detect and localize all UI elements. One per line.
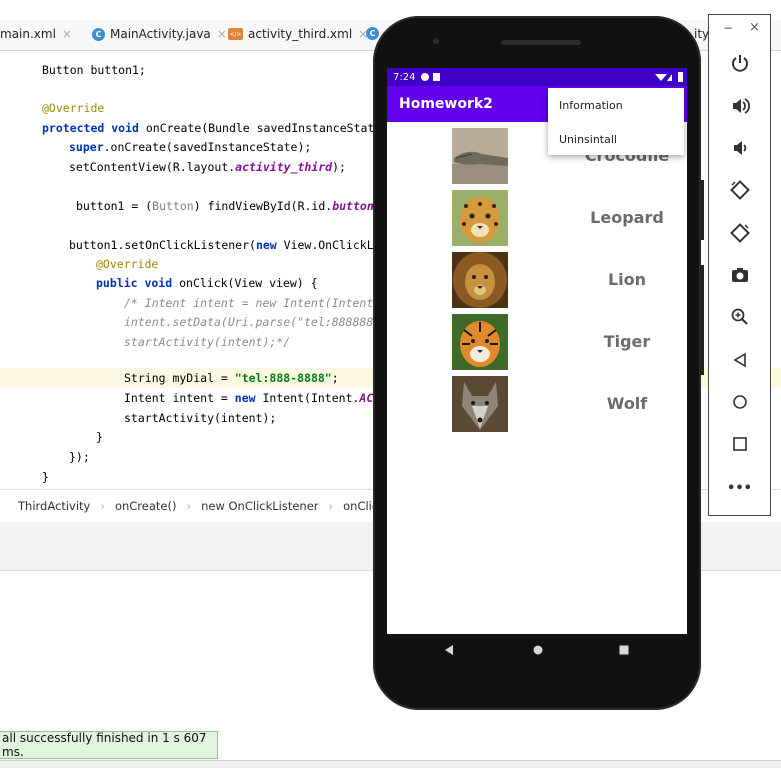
code-line: @Override	[42, 101, 105, 115]
nav-home-icon[interactable]	[532, 644, 544, 656]
tab-label: activity_third.xml	[248, 27, 353, 41]
code-line: startActivity(intent);	[124, 411, 277, 425]
build-status-text: all successfully finished in 1 s 607 ms.	[2, 731, 207, 759]
emulator-control-panel: − × •••	[708, 14, 771, 516]
java-class-icon: C	[92, 27, 105, 41]
zoom-in-icon	[731, 308, 748, 325]
android-navigation-bar	[387, 634, 687, 664]
tab-label: MainActivity.java	[110, 27, 211, 41]
tab-close-icon[interactable]: ×	[62, 27, 72, 41]
volume-down-icon	[733, 141, 746, 155]
java-class-icon: C	[366, 27, 379, 40]
earpiece-speaker	[501, 40, 581, 45]
code-line: button1.setOnClickListener(new View.OnCl…	[69, 238, 381, 252]
breadcrumb-item[interactable]: onCreate()	[115, 499, 177, 513]
list-item[interactable]: Tiger	[387, 314, 687, 372]
tab-main-activity-java[interactable]: C MainActivity.java ×	[92, 27, 227, 41]
menu-item-uninstall[interactable]: Uninsintall	[559, 133, 617, 146]
volume-up-icon	[732, 98, 750, 114]
volume-down-button[interactable]	[709, 130, 770, 166]
tab-label: ity	[694, 27, 710, 41]
list-item[interactable]: Lion	[387, 252, 687, 310]
tab-main-xml[interactable]: main.xml ×	[0, 27, 72, 41]
close-button[interactable]: ×	[749, 20, 760, 35]
power-icon	[731, 55, 748, 72]
tab-overflow[interactable]: ity	[694, 27, 709, 41]
breadcrumb-item[interactable]: ThirdActivity	[18, 499, 90, 513]
tab-close-icon[interactable]: ×	[217, 27, 227, 41]
back-button[interactable]	[709, 342, 770, 378]
home-button[interactable]	[709, 384, 770, 420]
code-line: super.onCreate(savedInstanceState);	[69, 140, 312, 154]
nav-recents-icon[interactable]	[618, 644, 630, 656]
wolf-image	[452, 376, 508, 432]
more-button[interactable]: •••	[709, 470, 770, 506]
code-line: }	[96, 430, 103, 444]
code-line: /* Intent intent = new Intent(Intent.	[124, 296, 381, 310]
leopard-image	[452, 190, 508, 246]
animal-name: Tiger	[603, 332, 651, 351]
back-triangle-icon	[732, 352, 746, 368]
code-line: Button button1;	[42, 63, 146, 77]
code-line: Intent intent = new Intent(Intent.ACT	[124, 391, 381, 405]
animal-name: Lion	[607, 270, 647, 289]
code-line: public void onClick(View view) {	[96, 276, 318, 290]
code-line: }	[42, 470, 49, 484]
build-status-toast[interactable]: all successfully finished in 1 s 607 ms.	[0, 731, 218, 759]
code-line: });	[69, 450, 90, 464]
rotate-left-button[interactable]	[709, 172, 770, 208]
camera-icon	[731, 268, 748, 282]
nav-back-icon[interactable]	[443, 644, 455, 656]
list-item[interactable]: Wolf	[387, 376, 687, 434]
rotate-left-icon	[729, 180, 750, 200]
rotate-right-icon	[729, 223, 750, 243]
crocodile-image	[452, 128, 508, 184]
wifi-signal-icon	[655, 74, 672, 81]
android-status-bar: 7:24	[387, 68, 687, 86]
code-line: protected void onCreate(Bundle savedInst…	[42, 121, 382, 135]
list-item[interactable]: Leopard	[387, 190, 687, 248]
phone-side-button	[700, 180, 704, 240]
sim-icon	[433, 73, 441, 81]
front-camera-icon	[433, 38, 439, 44]
minimize-button[interactable]: −	[723, 21, 733, 35]
tab-label: main.xml	[0, 27, 56, 41]
animal-name: Leopard	[590, 208, 664, 227]
tab-activity-third-xml[interactable]: </> activity_third.xml ×	[228, 27, 368, 41]
code-line: intent.setData(Uri.parse("tel:8888888	[124, 315, 381, 329]
notification-icon	[421, 73, 430, 81]
overview-button[interactable]	[709, 426, 770, 462]
code-line: button1 = (Button) findViewById(R.id.but…	[76, 199, 381, 213]
breadcrumb-separator: ›	[186, 499, 192, 513]
status-time: 7:24	[393, 71, 416, 83]
zoom-button[interactable]	[709, 299, 770, 335]
tiger-image	[452, 314, 508, 370]
breadcrumb-item[interactable]: new OnClickListener	[201, 499, 318, 513]
battery-icon	[678, 72, 683, 82]
volume-up-button[interactable]	[709, 88, 770, 124]
code-line: startActivity(intent);*/	[124, 335, 291, 349]
overflow-menu: Information Uninsintall	[548, 88, 684, 155]
xml-file-icon: </>	[228, 28, 243, 40]
lion-image	[452, 252, 508, 308]
power-button[interactable]	[709, 45, 770, 81]
home-circle-icon	[732, 395, 747, 409]
breadcrumb-separator: ›	[328, 499, 334, 513]
app-title: Homework2	[399, 96, 493, 112]
code-line: @Override	[96, 257, 159, 271]
menu-item-information[interactable]: Information	[559, 99, 623, 112]
animal-name: Wolf	[606, 394, 648, 413]
screenshot-button[interactable]	[709, 257, 770, 293]
overview-square-icon	[732, 437, 747, 451]
phone-screen[interactable]: 7:24 Homework2 Crocodile Leopard Lion Ti…	[387, 68, 687, 634]
breadcrumb-separator: ›	[100, 499, 105, 513]
code-line: setContentView(R.layout.activity_third);	[69, 160, 346, 174]
phone-volume-rocker	[700, 265, 704, 375]
rotate-right-button[interactable]	[709, 215, 770, 251]
